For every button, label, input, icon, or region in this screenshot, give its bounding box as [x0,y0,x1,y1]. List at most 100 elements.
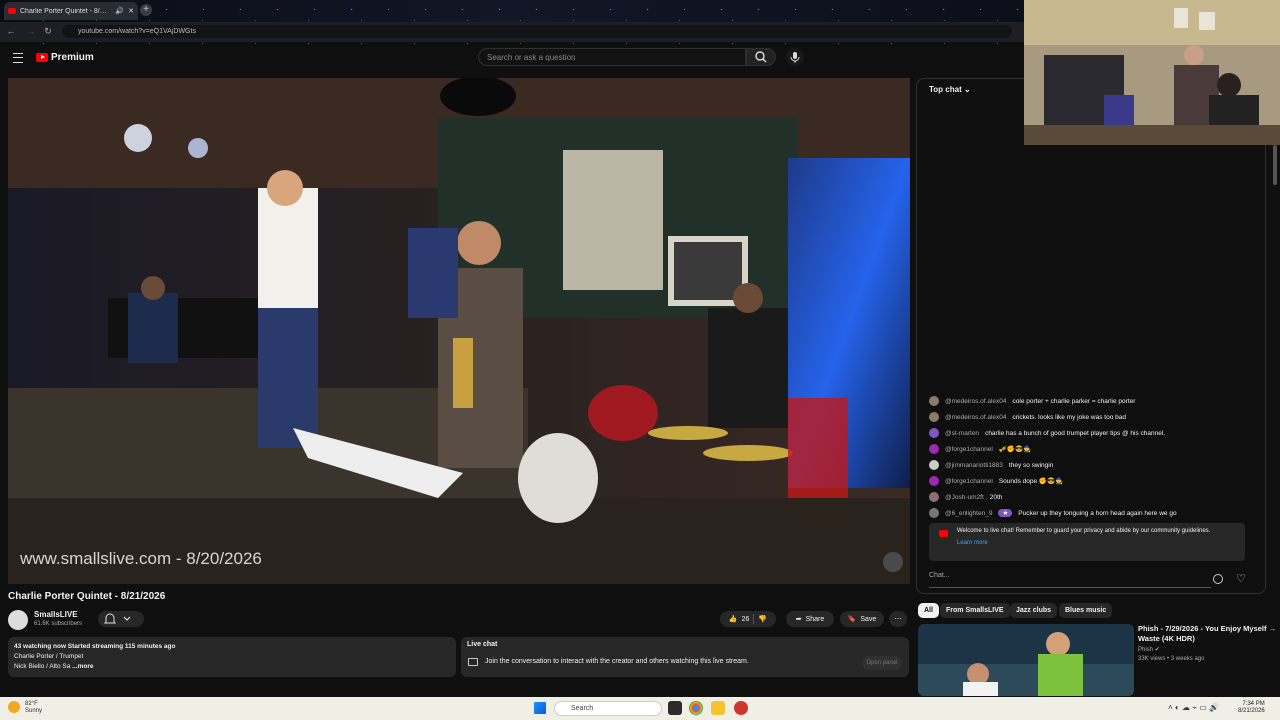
description-more[interactable]: ...more [72,663,93,670]
description-line: Nick Biello / Alto Sa [14,663,71,670]
description-box[interactable]: 43 watching now Started streaming 115 mi… [8,637,456,677]
chat-author[interactable]: @st-marten [945,430,979,437]
recommended-title[interactable]: Phish - 7/29/2026 - You Enjoy Myself → W… [1138,624,1278,644]
weather-desc: Sunny [25,708,43,714]
mic-icon [790,52,800,63]
live-chat-card [461,637,909,677]
share-button[interactable]: ➦ Share [786,611,834,627]
chat-message[interactable]: @Josh-um2ft 20th [929,490,1002,504]
chat-author[interactable]: @jimmanariotti1883 [945,462,1003,469]
like-dislike-group: 👍 26 👎 [720,611,776,627]
chip-all[interactable]: All [918,603,939,618]
audio-icon[interactable]: 🔊 [115,7,124,15]
chat-message[interactable]: @st-marten charlie has a bunch of good tr… [929,426,1165,440]
dislike-icon[interactable]: 👎 [758,615,767,623]
chat-avatar [929,444,939,454]
browser-tab[interactable]: Charlie Porter Quintet - 8/… 🔊 ✕ [4,2,138,20]
youtube-play-icon [36,53,48,62]
divider [753,614,755,624]
chat-author[interactable]: @forge1channel [945,446,993,453]
chat-author[interactable]: @medeiros.of.alex04 [945,414,1007,421]
recommended-meta: Phish ✔ 33K views • 3 weeks ago [1138,646,1204,664]
chat-welcome-notice: Welcome to live chat! Remember to guard … [929,523,1245,561]
chat-author[interactable]: @6_enlighten_9 [945,510,992,517]
chat-avatar [929,508,939,518]
youtube-logo[interactable]: Premium [36,52,94,63]
windows-start-icon[interactable] [534,702,546,714]
tab-close-icon[interactable]: ✕ [128,7,134,15]
voice-search-button[interactable] [786,48,804,66]
subscribed-bell-button[interactable] [98,611,144,627]
save-icon: 🔖 [847,616,857,623]
chip-jazz-clubs[interactable]: Jazz clubs [1010,603,1058,618]
chat-message[interactable]: @medeiros.of.alex04 crickets. looks like … [929,410,1126,424]
chat-author[interactable]: @Josh-um2ft [945,494,984,501]
chat-message[interactable]: @6_enlighten_9 ★ Pucker up they tonguing a… [929,506,1177,520]
chat-text: 🎺✊😎🧙 [998,446,1032,453]
video-frame [8,78,910,584]
top-chat-dropdown[interactable]: Top chat ⌄ [929,85,971,94]
address-bar[interactable]: youtube.com/watch?v=eQ1VAjDWGts [62,25,1012,38]
taskbar-search[interactable]: Search [554,701,662,716]
app-icon[interactable] [734,701,748,715]
chat-text: crickets. looks like my joke was too bad [1012,413,1126,421]
member-badge: ★ [998,509,1013,517]
channel-avatar[interactable] [8,610,28,630]
weather-widget[interactable]: 82°F Sunny [25,701,42,715]
recommended-views: 33K views • 3 weeks ago [1138,656,1205,662]
search-icon [755,51,767,63]
new-tab-button[interactable]: + [140,4,152,16]
chat-message[interactable]: @jimmanariotti1883 they so swingin [929,458,1053,472]
like-icon[interactable]: 👍 [729,615,738,623]
chrome-icon[interactable] [689,701,703,715]
chip-blues-music[interactable]: Blues music [1059,603,1113,618]
scrollbar[interactable] [1273,145,1277,185]
save-button[interactable]: 🔖 Save [840,611,884,627]
chevron-down-icon: ⌄ [963,85,971,94]
share-label: Share [805,615,825,623]
chat-message[interactable]: @forge1channel Sounds dope ✊😎🧙 [929,474,1063,488]
search-button[interactable] [746,48,776,66]
youtube-favicon-icon [8,8,16,14]
forward-icon[interactable]: → [25,25,37,37]
reload-icon[interactable]: ↻ [42,25,54,37]
video-title: Charlie Porter Quintet - 8/21/2026 [8,591,166,602]
hamburger-menu-icon[interactable] [13,53,23,63]
thumbnail-image [918,624,1134,696]
chat-input[interactable]: Chat... [929,572,1211,588]
chat-author[interactable]: @medeiros.of.alex04 [945,398,1007,405]
description-stats: 43 watching now Started streaming 115 mi… [14,643,176,650]
chat-message[interactable]: @forge1channel 🎺✊😎🧙 [929,442,1031,456]
task-view-icon[interactable] [668,701,682,715]
chat-text: Pucker up they tonguing a horn head agai… [1018,509,1177,517]
weather-sun-icon[interactable] [8,701,20,713]
clock-time: 7:34 PM [1242,701,1265,707]
youtube-icon [939,530,948,537]
heart-icon[interactable]: ♡ [1236,572,1246,585]
chat-author[interactable]: @forge1channel [945,478,993,485]
open-panel-button[interactable]: Open panel [862,656,902,670]
chat-avatar [929,492,939,502]
top-chat-label: Top chat [929,85,962,94]
chat-avatar [929,460,939,470]
like-count[interactable]: 26 [742,616,750,623]
recommended-channel[interactable]: Phish [1138,647,1153,653]
back-icon[interactable]: ← [5,25,17,37]
verified-icon: ✔ [1154,647,1160,653]
chat-text: charlie has a bunch of good trumpet play… [985,429,1166,437]
chip-from-smallslive[interactable]: From SmallsLIVE [940,603,1010,618]
channel-name[interactable]: SmallsLIVE [34,610,78,619]
more-icon: ⋯ [894,616,902,623]
recommended-thumbnail[interactable] [918,624,1134,696]
search-input[interactable]: Search or ask a question [478,48,746,66]
chat-message[interactable]: @medeiros.of.alex04 cole porter + charlie… [929,394,1135,408]
webcam-overlay [1024,0,1280,145]
more-actions-button[interactable]: ⋯ [889,611,907,627]
system-tray-icons[interactable]: ˄ ◐ ☁ ⌁ ▭ 🔊 [1168,703,1219,712]
learn-more-link[interactable]: Learn more [957,539,1239,548]
chat-text: Sounds dope ✊😎🧙 [998,478,1064,485]
file-explorer-icon[interactable] [711,701,725,715]
emoji-icon[interactable] [1213,574,1223,584]
video-player[interactable] [8,78,910,584]
clock[interactable]: 7:34 PM 8/21/2026 [1238,701,1265,715]
